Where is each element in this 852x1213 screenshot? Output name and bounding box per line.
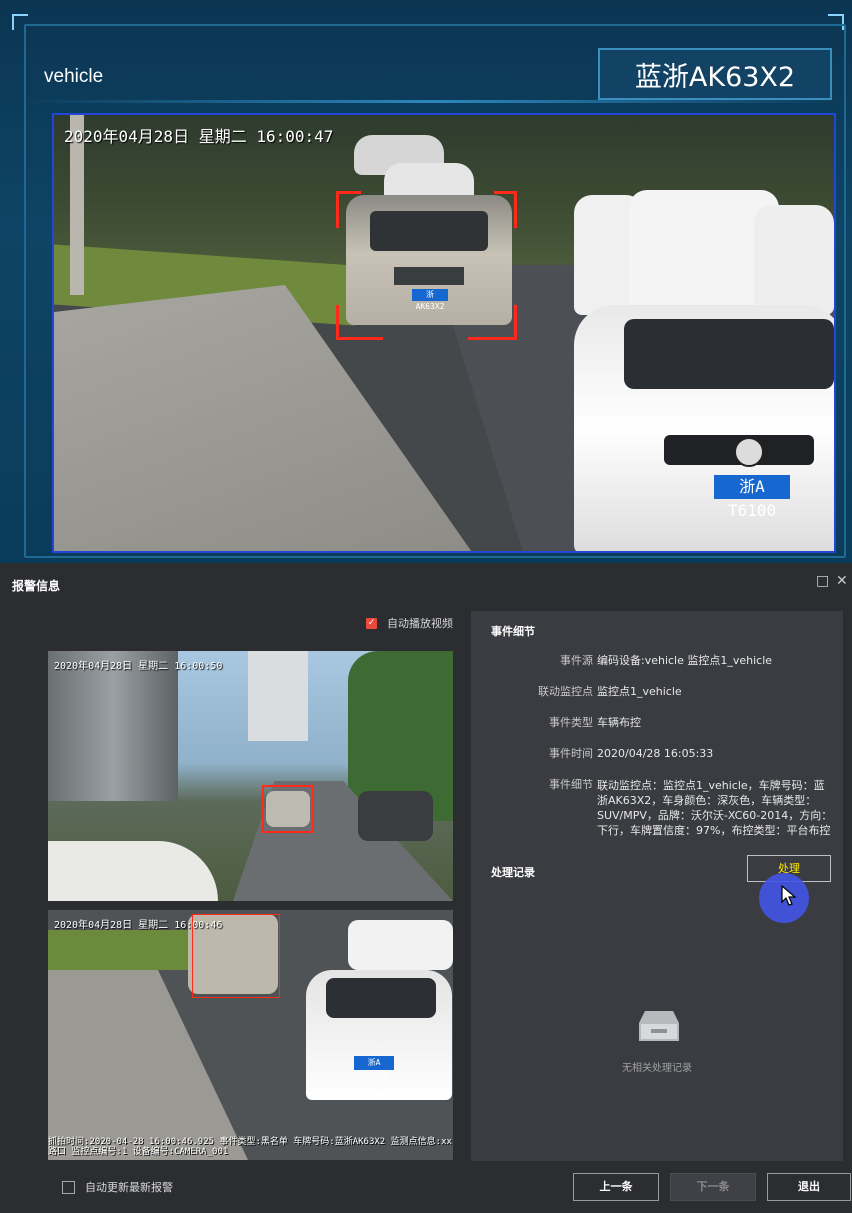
video-timestamp: 2020年04月28日 星期二 16:00:47 xyxy=(64,127,334,146)
detail-key: 联动监控点 xyxy=(538,685,593,698)
empty-tray-icon xyxy=(639,1011,679,1041)
scan-line xyxy=(24,100,842,103)
detection-box xyxy=(262,785,314,833)
near-car-plate: 浙A T6100 xyxy=(354,1056,394,1081)
auto-update-toggle[interactable]: 自动更新最新报警 xyxy=(62,1179,173,1195)
autoplay-toggle[interactable]: ✓ 自动播放视频 xyxy=(366,615,453,631)
scene-building xyxy=(248,651,308,741)
car-windshield xyxy=(624,319,834,389)
vw-logo-icon xyxy=(734,437,764,467)
parked-car xyxy=(348,920,453,970)
snapshot-timestamp: 2020年04月28日 星期二 16:00:50 xyxy=(54,661,223,672)
car-windshield xyxy=(326,978,436,1018)
channel-label: vehicle xyxy=(44,66,104,87)
car-windshield xyxy=(370,211,488,251)
parked-car xyxy=(358,791,433,841)
auto-update-label: 自动更新最新报警 xyxy=(85,1181,173,1194)
detail-value: 2020/04/28 16:05:33 xyxy=(597,747,714,760)
scene-gravel xyxy=(48,841,218,901)
next-button[interactable]: 下一条 xyxy=(670,1173,756,1201)
process-section-title: 处理记录 xyxy=(491,866,535,879)
target-plate: 浙AK63X2 xyxy=(412,289,448,311)
scene-sidewalk xyxy=(48,970,248,1160)
detail-key: 事件类型 xyxy=(549,716,593,729)
parked-car xyxy=(754,205,834,315)
near-car: 浙A T6100 xyxy=(306,970,452,1100)
autoplay-label: 自动播放视频 xyxy=(387,617,453,630)
detection-corner xyxy=(494,191,517,228)
scene-sidewalk xyxy=(54,285,474,551)
detection-corner xyxy=(336,191,361,228)
mouse-cursor-icon xyxy=(781,885,797,906)
snapshot-timestamp: 2020年04月28日 星期二 16:00:46 xyxy=(54,920,223,931)
detail-key: 事件源 xyxy=(560,654,593,667)
alarm-dialog: 报警信息 □ ✕ ✓ 自动播放视频 2020年04月28日 星期二 16:00:… xyxy=(0,563,852,1213)
near-car: 浙A T6100 xyxy=(574,305,834,551)
detail-value: 联动监控点：监控点1_vehicle，车牌号码：蓝浙AK63X2，车身颜色：深灰… xyxy=(597,779,833,837)
near-car-plate: 浙A T6100 xyxy=(714,475,790,520)
vehicle-snapshot[interactable]: 2020年04月28日 星期二 16:00:46 浙A T6100 xyxy=(48,910,453,1160)
detail-value: 编码设备:vehicle 监控点1_vehicle xyxy=(597,654,773,667)
close-icon[interactable]: ✕ xyxy=(836,573,848,589)
checkbox-unchecked-icon[interactable] xyxy=(62,1180,75,1194)
empty-records-text: 无相关处理记录 xyxy=(622,1063,692,1074)
detection-corner xyxy=(468,305,517,340)
scene-building xyxy=(48,651,178,801)
plate-number-display: 蓝浙AK63X2 xyxy=(598,48,832,100)
car-grille xyxy=(394,267,464,285)
checkbox-checked-icon[interactable]: ✓ xyxy=(366,617,377,629)
maximize-icon[interactable]: □ xyxy=(816,573,829,589)
live-video[interactable]: 浙AK63X2 浙A T6100 2020年04月28日 星期二 16:00:4… xyxy=(52,113,836,553)
detail-key: 事件细节 xyxy=(549,778,593,791)
event-detail-panel: 事件细节 事件源 编码设备:vehicle 监控点1_vehicle 联动监控点… xyxy=(471,611,843,1161)
scene-snapshot[interactable]: 2020年04月28日 星期二 16:00:50 xyxy=(48,651,453,901)
prev-button[interactable]: 上一条 xyxy=(573,1173,659,1201)
detail-value: 车辆布控 xyxy=(597,716,641,729)
event-section-title: 事件细节 xyxy=(491,625,535,638)
dialog-title: 报警信息 xyxy=(12,579,61,593)
detail-key: 事件时间 xyxy=(549,747,593,760)
detection-corner xyxy=(336,305,383,340)
exit-button[interactable]: 退出 xyxy=(767,1173,851,1201)
detail-value: 监控点1_vehicle xyxy=(597,685,682,698)
monitor-panel: vehicle 蓝浙AK63X2 浙AK63X2 浙A T6100 2020年0… xyxy=(0,0,852,563)
capture-caption: 抓拍时间:2020-04-28 16:00:46.925 事件类型:黑名单 车牌… xyxy=(48,1137,452,1157)
